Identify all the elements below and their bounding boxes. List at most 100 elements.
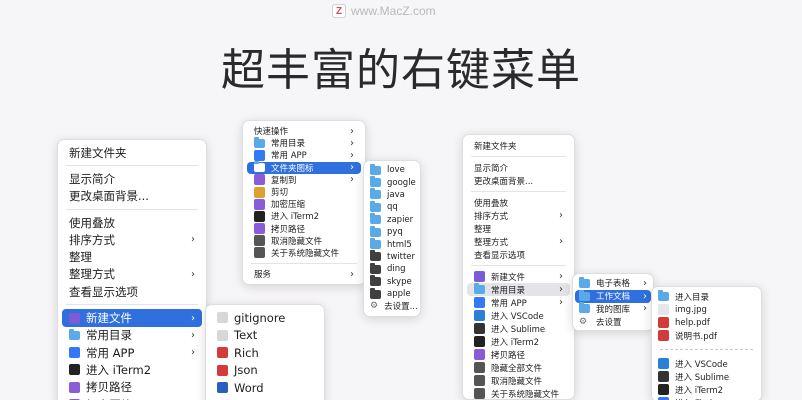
menu-item-使用叠放[interactable]: 使用叠放 (467, 196, 570, 209)
menu-item-twitter[interactable]: twitter (366, 250, 418, 263)
menu-item-新建文件夹[interactable]: 新建文件夹 (62, 144, 202, 161)
menu-item-skype[interactable]: skype (366, 275, 418, 288)
menu-item-html5[interactable]: html5 (366, 238, 418, 250)
menu-item-查看显示选项[interactable]: 查看显示选项 (467, 248, 570, 261)
menu-item-查看显示选项[interactable]: 查看显示选项 (62, 283, 202, 300)
menu-item-常用-app[interactable]: 常用 APP › (62, 344, 202, 361)
folder-icon (370, 188, 381, 200)
menu-item-排序方式[interactable]: 排序方式 › (467, 209, 570, 222)
menu-item-取消隐藏文件[interactable]: 取消隐藏文件 (467, 374, 570, 387)
menu-item-复制到[interactable]: 复制到 › (247, 174, 361, 186)
menu-item-新建文件夹[interactable]: 新建文件夹 (467, 139, 570, 152)
menu-item-label: Word (234, 380, 264, 395)
menu-item-label: 我的图库 (596, 304, 631, 315)
chevron-right-icon: › (350, 174, 354, 186)
menu-item-label: html5 (387, 239, 412, 250)
menu-item-新建文件[interactable]: 新建文件 › (62, 309, 202, 327)
menu-item-进入-iterm2[interactable]: 进入 iTerm2 (247, 210, 361, 222)
menu-item-我的图库[interactable]: 我的图库 › (575, 302, 651, 316)
menu-item-关于系统隐藏文件[interactable]: 关于系统隐藏文件 (247, 247, 361, 259)
menu-item-常用目录[interactable]: 常用目录 › (247, 136, 361, 149)
menu-item-进入-vscode[interactable]: 进入 VSCode (654, 357, 759, 370)
menu-item-隐藏全部文件[interactable]: 隐藏全部文件 (467, 361, 570, 374)
menu-item-服务[interactable]: 服务 › (247, 268, 361, 281)
menu-item-常用目录[interactable]: 常用目录 › (62, 327, 202, 344)
menu-item-label: 加密压缩 (86, 397, 195, 400)
menu-item-进入-iterm2[interactable]: 进入 iTerm2 (62, 361, 202, 378)
menu-item-label: 去设置... (384, 302, 418, 313)
folder-icon (370, 275, 381, 287)
menu-item-关于系统隐藏文件[interactable]: 关于系统隐藏文件 (467, 387, 570, 400)
menu-item-拷贝路径[interactable]: 拷贝路径 (467, 348, 570, 361)
menu-item-label: 进入 iTerm2 (86, 362, 152, 377)
menu-item-进入-iterm2[interactable]: 进入 iTerm2 (654, 383, 759, 396)
menu-item-label: Text (234, 328, 258, 343)
menu-item-取消隐藏文件[interactable]: 取消隐藏文件 (247, 235, 361, 247)
menu-item-google[interactable]: google (366, 176, 418, 188)
menu-item-text[interactable]: Text (210, 327, 320, 345)
menu-item-常用-app[interactable]: 常用 APP › (467, 296, 570, 309)
menu-item-java[interactable]: java (366, 188, 418, 201)
menu-item-说明书-pdf[interactable]: 说明书.pdf (654, 329, 759, 342)
copy-icon (254, 174, 265, 186)
menu-item-整理方式[interactable]: 整理方式 › (62, 266, 202, 283)
menu-item-apple[interactable]: apple (366, 287, 418, 300)
menu-item-拷贝路径[interactable]: 拷贝路径 (247, 223, 361, 235)
context-menu-folder: 快速操作 › 常用目录 › 常用 APP › 文件夹图标 › 复制到 › 剪切 加密压缩 进入 iTer… (242, 120, 366, 285)
menu-item-label: 整理 (474, 224, 492, 235)
menu-item-json[interactable]: Json (210, 362, 320, 380)
menu-item-更改桌面背景[interactable]: 更改桌面背景... (467, 174, 570, 187)
menu-item-rich[interactable]: Rich (210, 344, 320, 362)
menu-item-去设置[interactable]: ⚙ 去设置 (575, 315, 651, 328)
menu-item-加密压缩[interactable]: 加密压缩 (247, 198, 361, 210)
menu-item-快速操作[interactable]: 快速操作 › (247, 125, 361, 138)
menu-item-help-pdf[interactable]: help.pdf (654, 316, 759, 329)
menu-item-常用-app[interactable]: 常用 APP › (247, 149, 361, 161)
menu-item-excel[interactable]: Excel (210, 397, 320, 400)
menu-separator (471, 191, 566, 192)
menu-item-进入-iterm2[interactable]: 进入 iTerm2 (467, 335, 570, 348)
menu-item-label: img.jpg (675, 304, 707, 315)
menu-item-进入目录[interactable]: 进入目录 (654, 290, 759, 303)
page-title: 超丰富的右键菜单 (221, 45, 581, 96)
menu-item-加密压缩[interactable]: 加密压缩 (62, 396, 202, 400)
menu-item-整理[interactable]: 整理 (467, 222, 570, 235)
menu-item-qq[interactable]: qq (366, 200, 418, 213)
menu-item-剪切[interactable]: 剪切 (247, 186, 361, 198)
menu-item-显示简介[interactable]: 显示简介 (62, 170, 202, 187)
menu-item-ding[interactable]: ding (366, 262, 418, 275)
menu-item-文件夹图标[interactable]: 文件夹图标 › (247, 161, 361, 174)
menu-item-工作文档[interactable]: 工作文档 › (575, 289, 651, 303)
menu-item-label: 进入 iTerm2 (675, 385, 724, 396)
menu-item-label: 取消隐藏文件 (271, 236, 323, 247)
menu-item-进入-sublime[interactable]: 进入 Sublime (654, 370, 759, 383)
menu-item-label: 进入 iTerm2 (491, 337, 540, 348)
menu-item-进入-sublime[interactable]: 进入 Sublime (467, 322, 570, 335)
menu-item-整理[interactable]: 整理 (62, 248, 202, 265)
chevron-right-icon: › (643, 303, 647, 315)
chevron-right-icon: › (350, 268, 354, 280)
chevron-right-icon: › (559, 297, 563, 308)
menu-item-新建文件[interactable]: 新建文件 › (467, 270, 570, 283)
menu-item-label: 进入 Finder (675, 397, 755, 400)
text-file-icon (217, 329, 228, 341)
menu-item-gitignore[interactable]: gitignore (210, 309, 320, 327)
menu-item-更改桌面背景[interactable]: 更改桌面背景... (62, 188, 202, 205)
cut-icon (254, 186, 265, 198)
menu-item-整理方式[interactable]: 整理方式 › (467, 235, 570, 248)
menu-item-pyq[interactable]: pyq (366, 225, 418, 238)
menu-item-love[interactable]: love (366, 163, 418, 176)
menu-item-拷贝路径[interactable]: 拷贝路径 (62, 379, 202, 396)
menu-item-去设置[interactable]: ⚙ 去设置... (366, 300, 418, 312)
menu-item-zapier[interactable]: zapier (366, 213, 418, 226)
menu-item-进入-vscode[interactable]: 进入 VSCode (467, 309, 570, 322)
menu-item-常用目录[interactable]: 常用目录 › (467, 283, 570, 296)
menu-item-进入-finder[interactable]: 进入 Finder (654, 396, 759, 400)
menu-item-排序方式[interactable]: 排序方式 › (62, 231, 202, 248)
menu-item-label: 更改桌面背景... (474, 176, 534, 187)
menu-item-word[interactable]: Word (210, 379, 320, 397)
menu-item-显示简介[interactable]: 显示简介 (467, 161, 570, 174)
menu-item-电子表格[interactable]: 电子表格 › (575, 276, 651, 290)
menu-item-img-jpg[interactable]: img.jpg (654, 303, 759, 316)
menu-item-使用叠放[interactable]: 使用叠放 (62, 214, 202, 231)
